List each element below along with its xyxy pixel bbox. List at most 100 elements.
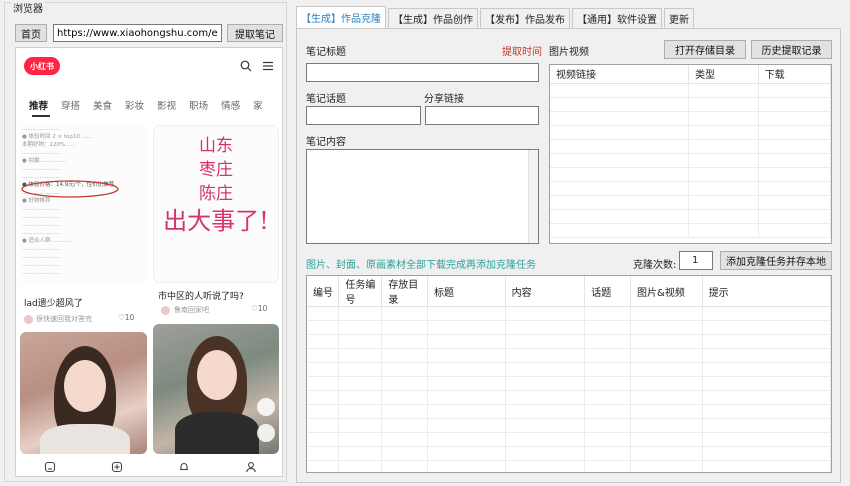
table-row	[307, 306, 831, 321]
note-text-line: ......................	[22, 150, 61, 156]
note-card-image[interactable]: ...................... ● 体验时间 2 × top10 .…	[20, 123, 147, 285]
category-tab[interactable]: 推荐	[29, 98, 48, 114]
red-circle-annotation	[21, 180, 119, 198]
table-row	[550, 181, 831, 196]
note-author[interactable]: 很快速回我对答完	[36, 314, 92, 324]
clone-count-input[interactable]: 1	[679, 251, 713, 270]
open-storage-button[interactable]: 打开存储目录	[664, 40, 746, 59]
table-row	[550, 195, 831, 210]
column-header[interactable]: 存放目录	[381, 276, 429, 307]
user-icon[interactable]	[245, 461, 257, 473]
note-text-line: ......................	[22, 214, 61, 220]
column-header[interactable]: 下载	[758, 65, 831, 84]
handwriting-line: 出大事了!	[163, 207, 269, 235]
share-link-label: 分享链接	[424, 94, 464, 105]
browser-group-title: 浏览器	[11, 0, 45, 15]
note-author[interactable]: 鲁南回家吧	[174, 305, 209, 315]
category-tab[interactable]: 美食	[93, 98, 112, 114]
note-text-line: ......................	[22, 166, 61, 172]
note-text-line: ......................	[22, 270, 61, 276]
like-count[interactable]: ♡10	[118, 313, 134, 322]
share-link-input[interactable]	[425, 106, 539, 125]
note-photo[interactable]	[153, 324, 279, 454]
column-header[interactable]: 标题	[427, 276, 506, 307]
note-text-line: 本期好物：120%......	[22, 142, 76, 148]
column-header[interactable]: 类型	[688, 65, 759, 84]
note-text-line: ......................	[22, 206, 61, 212]
note-title-label: 笔记标题	[306, 47, 346, 58]
author-avatar[interactable]	[161, 306, 170, 315]
refresh-icon[interactable]	[257, 424, 275, 442]
home-icon[interactable]	[44, 461, 56, 473]
column-header[interactable]: 视频链接	[550, 65, 690, 84]
note-title[interactable]: 市中区的人听说了吗?	[158, 289, 244, 302]
media-label: 图片视频	[549, 47, 589, 58]
category-tab[interactable]: 影视	[157, 98, 176, 114]
category-tab[interactable]: 穿搭	[61, 98, 80, 114]
table-row	[307, 460, 831, 472]
home-button[interactable]: 首页	[15, 24, 47, 42]
task-table[interactable]: 编号 任务编号 存放目录 标题 内容 话题 图片&视频 提示	[306, 275, 832, 473]
column-header[interactable]: 内容	[505, 276, 586, 307]
note-text-line: ● 拍摄...............	[22, 158, 66, 164]
note-topic-input[interactable]	[306, 106, 421, 125]
main-tab[interactable]: 【发布】作品发布	[480, 8, 570, 28]
note-text-line: ......................	[22, 246, 61, 252]
note-text-line: ● 适合人群............	[22, 238, 72, 244]
note-card-handwriting[interactable]: 山东 枣庄 陈庄 出大事了!	[153, 125, 279, 283]
category-tab[interactable]: 情感	[221, 98, 240, 114]
note-title-input[interactable]	[306, 63, 539, 82]
clone-count-label: 克隆次数:	[633, 260, 677, 271]
column-header[interactable]: 话题	[584, 276, 632, 307]
column-header[interactable]: 图片&视频	[630, 276, 703, 307]
author-avatar[interactable]	[24, 315, 33, 324]
table-row	[550, 83, 831, 98]
main-tab[interactable]: 【生成】作品克隆	[296, 6, 386, 28]
table-row	[550, 111, 831, 126]
table-row	[550, 167, 831, 182]
xiaohongshu-logo[interactable]: 小红书	[24, 57, 60, 75]
search-icon[interactable]	[240, 60, 252, 72]
category-tab[interactable]: 职场	[189, 98, 208, 114]
media-table[interactable]: 视频链接 类型 下载	[549, 64, 832, 244]
browser-panel: 浏览器 首页 提取笔记 小红书 推荐穿搭美食彩妆影视职场情感家 ........…	[4, 0, 287, 482]
main-tab[interactable]: 【生成】作品创作	[388, 8, 478, 28]
table-row	[307, 320, 831, 335]
note-title[interactable]: lad遗少超风了	[24, 296, 83, 309]
note-text-line: ......................	[22, 254, 61, 260]
category-tab[interactable]: 家	[253, 98, 263, 114]
extract-time-label: 提取时间	[502, 47, 542, 58]
bell-icon[interactable]	[178, 461, 190, 473]
add-clone-task-button[interactable]: 添加克隆任务并存本地	[720, 251, 832, 270]
column-header[interactable]: 编号	[307, 276, 340, 307]
handwriting-line: 陈庄	[199, 184, 233, 204]
note-text-line: ● 体验时间 2 × top10 ......	[22, 134, 93, 140]
table-row	[550, 223, 831, 238]
main-tab[interactable]: 【通用】软件设置	[572, 8, 662, 28]
web-view[interactable]: 小红书 推荐 穿搭 美食 彩妆 影视 职场 情感家 ....................…	[15, 47, 283, 477]
table-row	[307, 404, 831, 419]
table-row	[307, 334, 831, 349]
note-topic-label: 笔记话题	[306, 94, 346, 105]
menu-icon[interactable]	[262, 60, 274, 72]
history-button[interactable]: 历史提取记录	[751, 40, 832, 59]
table-row	[307, 432, 831, 447]
bottom-nav	[16, 456, 282, 476]
category-tabs: 推荐 穿搭 美食 彩妆 影视 职场 情感家	[16, 98, 282, 114]
url-input[interactable]	[53, 24, 222, 42]
column-header[interactable]: 任务编号	[338, 276, 383, 307]
like-count[interactable]: ♡10	[251, 304, 267, 313]
note-photo[interactable]	[20, 332, 147, 454]
image-icon[interactable]	[257, 398, 275, 416]
extract-note-button[interactable]: 提取笔记	[227, 24, 283, 42]
main-tab[interactable]: 更新	[664, 8, 694, 28]
content-scrollbar[interactable]	[528, 150, 538, 243]
table-row	[307, 376, 831, 391]
add-icon[interactable]	[111, 461, 123, 473]
note-content-textarea[interactable]	[306, 149, 539, 244]
table-row	[550, 97, 831, 112]
column-header[interactable]: 提示	[702, 276, 831, 307]
clone-hint-message: 图片、封面、原画素材全部下载完成再添加克隆任务	[306, 260, 536, 271]
main-tabbar: 【生成】作品克隆 【生成】作品创作 【发布】作品发布 【通用】软件设置 更新	[296, 6, 696, 28]
category-tab[interactable]: 彩妆	[125, 98, 144, 114]
